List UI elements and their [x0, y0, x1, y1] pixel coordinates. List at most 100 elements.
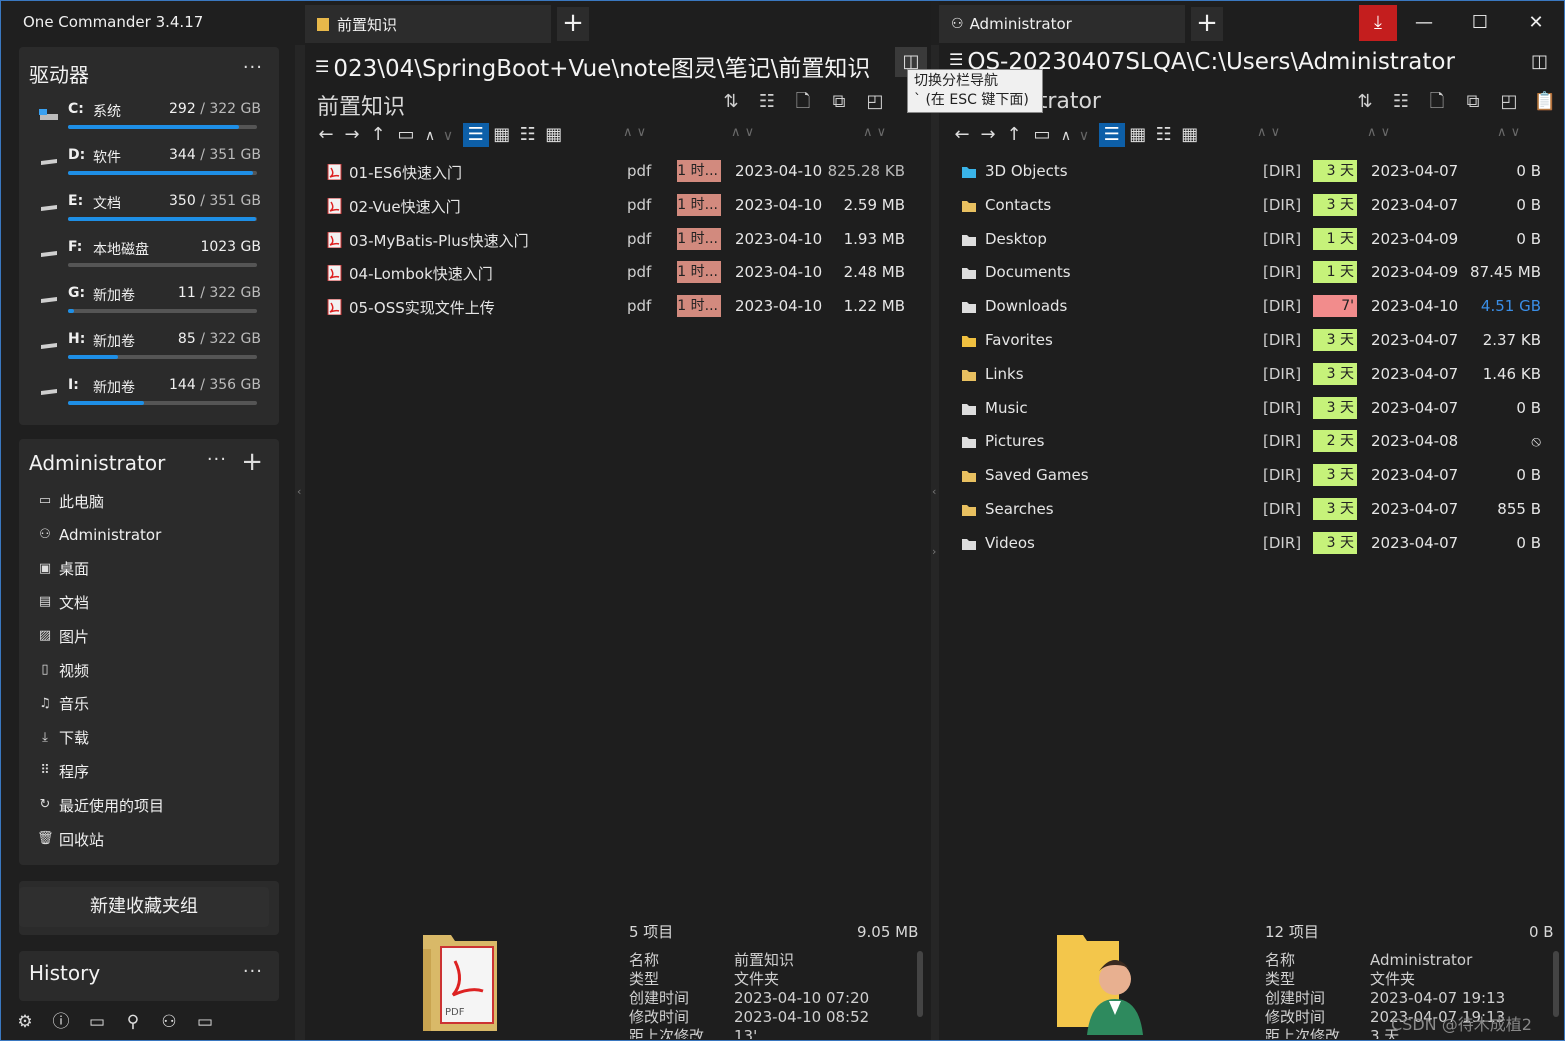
left-props-scrollbar[interactable] [917, 951, 923, 1017]
left-splitter[interactable]: ‹ [295, 45, 305, 1040]
drive-item[interactable]: C: 系统 292 / 322 GB [39, 99, 261, 139]
maximize-button[interactable]: ☐ [1455, 5, 1505, 41]
drives-menu-button[interactable]: ··· [243, 57, 263, 78]
select-icon[interactable]: ◰ [1491, 91, 1527, 112]
folder-row[interactable]: Desktop [DIR] 1 天 2023-04-09 0 B [939, 223, 1564, 257]
close-button[interactable]: ✕ [1511, 5, 1561, 41]
add-tab-right-button[interactable]: + [1191, 7, 1223, 41]
forward-icon[interactable]: → [339, 124, 365, 145]
minimize-button[interactable]: — [1399, 5, 1449, 41]
search-icon[interactable]: ⚲ [115, 1007, 151, 1037]
copy-icon[interactable]: ⧉ [821, 91, 857, 112]
folder-row[interactable]: Searches [DIR] 3 天 2023-04-07 855 B [939, 493, 1564, 527]
tab-left[interactable]: 前置知识 [305, 5, 551, 43]
drive-item[interactable]: G: 新加卷 11 / 322 GB [39, 283, 261, 323]
info-icon[interactable]: ⓘ [43, 1007, 79, 1037]
download-button[interactable]: ⤓ [1359, 5, 1397, 41]
details-view-button[interactable]: ▦ [489, 123, 515, 147]
new-file-icon[interactable]: 🗋 [1419, 89, 1455, 119]
sort-icon[interactable]: ⇅ [713, 91, 749, 112]
favorite-item[interactable]: ▤ 文档 [37, 590, 89, 614]
select-icon[interactable]: ◰ [857, 91, 893, 112]
file-row[interactable]: 05-OSS实现文件上传 pdf 1 时... 2023-04-10 1.22 MB [305, 290, 931, 324]
folder-row[interactable]: 3D Objects [DIR] 3 天 2023-04-07 0 B [939, 155, 1564, 189]
paste-icon[interactable]: 📋 [1527, 91, 1563, 112]
compact-view-button[interactable]: ☷ [515, 123, 541, 147]
back-icon[interactable]: ← [313, 124, 339, 145]
drive-item[interactable]: D: 软件 344 / 351 GB [39, 145, 261, 185]
favorite-item[interactable]: 🗑 回收站 [37, 827, 104, 851]
list-view-button[interactable]: ☰ [462, 123, 489, 147]
sort-arrows[interactable]: ∧ ∨ [1257, 125, 1280, 140]
columns-icon[interactable]: ☷ [749, 91, 785, 112]
details-view-button[interactable]: ▦ [1125, 123, 1151, 147]
file-row[interactable]: 01-ES6快速入门 pdf 1 时... 2023-04-10 825.28 KB [305, 155, 931, 189]
new-group-button[interactable]: 新建收藏夹组 [19, 887, 269, 927]
tab-right[interactable]: ⚇ Administrator [939, 5, 1185, 43]
favorite-item[interactable]: ▭ 此电脑 [37, 489, 104, 513]
sort-arrows[interactable]: ∧ ∨ [1367, 125, 1390, 140]
drive-item[interactable]: F: 本地磁盘 1023 GB [39, 237, 261, 277]
compact-view-button[interactable]: ☷ [1151, 123, 1177, 147]
file-row[interactable]: 02-Vue快速入门 pdf 1 时... 2023-04-10 2.59 MB [305, 189, 931, 223]
drive-item[interactable]: H: 新加卷 85 / 322 GB [39, 329, 261, 369]
layout-icon[interactable]: ▭ [79, 1007, 115, 1037]
copy-icon[interactable]: ⧉ [1455, 91, 1491, 112]
folder-row[interactable]: Downloads [DIR] 7' 2023-04-10 4.51 GB [939, 290, 1564, 324]
window-icon[interactable]: ▭ [187, 1007, 223, 1037]
chevron-up-icon[interactable]: ∧ [421, 128, 439, 144]
drive-item[interactable]: I: 新加卷 144 / 356 GB [39, 375, 261, 415]
list-view-button[interactable]: ☰ [1098, 123, 1125, 147]
sort-arrows[interactable]: ∧ ∨ [863, 125, 886, 140]
chevron-down-icon[interactable]: ∨ [439, 128, 457, 144]
toggle-nav-right-icon[interactable]: ◫ [1531, 51, 1548, 72]
favorite-item[interactable]: ⠿ 程序 [37, 759, 89, 783]
folder-row[interactable]: Videos [DIR] 3 天 2023-04-07 0 B [939, 527, 1564, 561]
settings-icon[interactable]: ⚙ [7, 1007, 43, 1037]
forward-icon[interactable]: → [975, 124, 1001, 145]
path-menu-icon[interactable]: ☰ [949, 50, 963, 69]
favorites-add-button[interactable]: + [241, 447, 263, 477]
favorites-menu-button[interactable]: ··· [207, 449, 227, 470]
folder-row[interactable]: Favorites [DIR] 3 天 2023-04-07 2.37 KB [939, 324, 1564, 358]
new-folder-icon[interactable]: ▭ [391, 124, 421, 145]
folder-type: [DIR] [1263, 466, 1302, 485]
favorite-item[interactable]: ↻ 最近使用的项目 [37, 793, 164, 817]
sort-arrows[interactable]: ∧ ∨ [731, 125, 754, 140]
path-menu-icon[interactable]: ☰ [315, 57, 329, 76]
user-switch-icon[interactable]: ⚇ [151, 1007, 187, 1037]
history-menu-button[interactable]: ··· [243, 961, 263, 982]
folder-row[interactable]: Music [DIR] 3 天 2023-04-07 0 B [939, 392, 1564, 426]
sort-arrows[interactable]: ∧ ∨ [623, 125, 646, 140]
folder-row[interactable]: Documents [DIR] 1 天 2023-04-09 87.45 MB [939, 256, 1564, 290]
favorite-item[interactable]: ⤓ 下载 [37, 726, 89, 750]
chevron-up-icon[interactable]: ∧ [1057, 128, 1075, 144]
sort-arrows[interactable]: ∧ ∨ [1497, 125, 1520, 140]
new-file-icon[interactable]: 🗋 [785, 89, 821, 119]
add-tab-left-button[interactable]: + [557, 7, 589, 41]
file-row[interactable]: 04-Lombok快速入门 pdf 1 时... 2023-04-10 2.48 MB [305, 256, 931, 290]
left-path[interactable]: ☰ 023\04\SpringBoot+Vue\note图灵\笔记\前置知识 [315, 49, 870, 83]
folder-row[interactable]: Links [DIR] 3 天 2023-04-07 1.46 KB [939, 358, 1564, 392]
right-props-scrollbar[interactable] [1553, 951, 1559, 1017]
folder-row[interactable]: Pictures [DIR] 2 天 2023-04-08 ⦸ [939, 425, 1564, 459]
drive-item[interactable]: E: 文档 350 / 351 GB [39, 191, 261, 231]
chevron-down-icon[interactable]: ∨ [1075, 128, 1093, 144]
new-folder-icon[interactable]: ▭ [1027, 124, 1057, 145]
file-row[interactable]: 03-MyBatis-Plus快速入门 pdf 1 时... 2023-04-10 1.… [305, 223, 931, 257]
up-icon[interactable]: ↑ [365, 124, 391, 145]
back-icon[interactable]: ← [949, 124, 975, 145]
sort-icon[interactable]: ⇅ [1347, 91, 1383, 112]
favorite-item[interactable]: ▨ 图片 [37, 624, 89, 648]
columns-icon[interactable]: ☷ [1383, 91, 1419, 112]
grid-view-button[interactable]: ▦ [541, 123, 567, 147]
folder-row[interactable]: Contacts [DIR] 3 天 2023-04-07 0 B [939, 189, 1564, 223]
favorite-item[interactable]: ▣ 桌面 [37, 557, 89, 581]
grid-view-button[interactable]: ▦ [1177, 123, 1203, 147]
center-splitter[interactable]: ‹ › [931, 45, 939, 1040]
folder-row[interactable]: Saved Games [DIR] 3 天 2023-04-07 0 B [939, 459, 1564, 493]
favorite-item[interactable]: ▯ 视频 [37, 658, 89, 682]
up-icon[interactable]: ↑ [1001, 124, 1027, 145]
favorite-item[interactable]: ⚇ Administrator [37, 523, 161, 547]
favorite-item[interactable]: ♫ 音乐 [37, 692, 89, 716]
